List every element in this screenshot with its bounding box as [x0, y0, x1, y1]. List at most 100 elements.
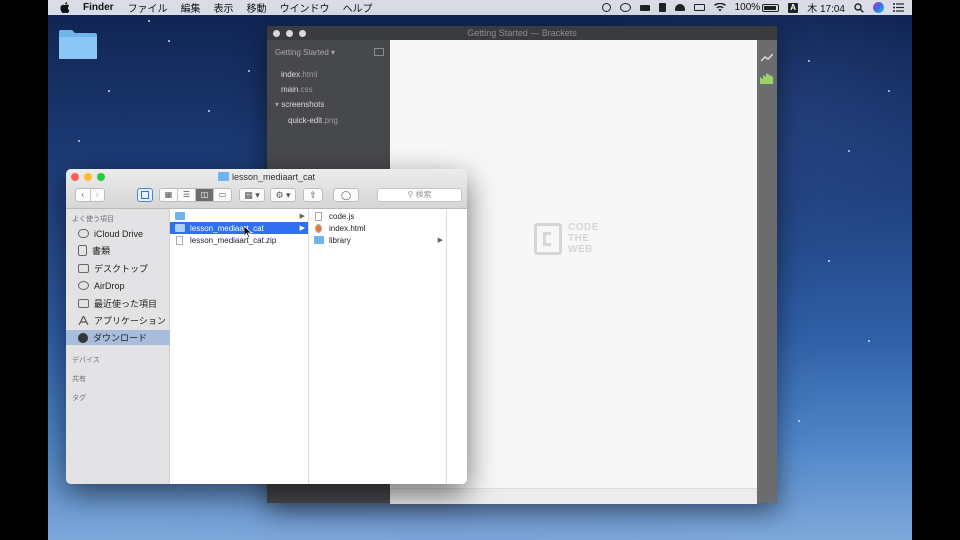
- bell-icon[interactable]: [674, 4, 685, 11]
- clipboard-icon[interactable]: [658, 3, 666, 12]
- icon-view-button[interactable]: ▦: [160, 189, 178, 201]
- view-mode-selector: ▦ ☰ ◫ ▭: [159, 188, 232, 202]
- menu-help[interactable]: ヘルプ: [343, 0, 373, 15]
- creative-cloud-icon[interactable]: [619, 3, 631, 12]
- tags-button[interactable]: ◯: [333, 188, 359, 202]
- memory-icon[interactable]: [693, 4, 705, 11]
- list-item[interactable]: code.js: [309, 210, 446, 222]
- star: [208, 110, 210, 112]
- file-tree-item[interactable]: quick-edit.png: [288, 116, 338, 125]
- item-name: code.js: [329, 211, 355, 221]
- menu-file[interactable]: ファイル: [128, 0, 168, 15]
- input-source-icon[interactable]: A: [788, 2, 799, 13]
- chevron-right-icon: ▶: [299, 225, 305, 232]
- file-name: main: [281, 85, 299, 94]
- list-view-button[interactable]: ☰: [178, 189, 196, 201]
- sidebar-item-label: iCloud Drive: [94, 228, 144, 239]
- star: [798, 420, 800, 422]
- split-view-icon[interactable]: [374, 48, 384, 56]
- action-gear-button[interactable]: ⚙ ▾: [270, 188, 296, 202]
- list-item[interactable]: ▶: [170, 210, 308, 222]
- folder-icon: [175, 224, 185, 232]
- status-bar: [390, 488, 757, 504]
- clock[interactable]: 木 17:04: [807, 0, 845, 15]
- battery-icon: [762, 3, 780, 12]
- sidebar-item-documents[interactable]: 書類: [66, 243, 170, 258]
- sidebar-item-label: ダウンロード: [93, 333, 148, 343]
- extension-manager-icon[interactable]: [760, 73, 773, 84]
- finder-column-1: ▶ lesson_mediaart_cat ▶ lesson_mediaart_c…: [170, 209, 309, 484]
- js-file-icon: [315, 211, 322, 221]
- display-icon[interactable]: [639, 4, 650, 11]
- sidebar-item-downloads[interactable]: ダウンロード: [66, 330, 170, 345]
- menu-go[interactable]: 移動: [247, 0, 267, 15]
- menu-view[interactable]: 表示: [214, 0, 234, 15]
- chevron-right-icon: ▶: [437, 237, 443, 244]
- folder-tree-item[interactable]: ▾ screenshots: [275, 100, 324, 109]
- finder-column-3: [447, 209, 467, 484]
- sidebar-header-tags[interactable]: タグ: [72, 393, 86, 403]
- mouse-cursor-icon: [244, 226, 252, 238]
- group-by-button[interactable]: ▦ ▾: [239, 188, 265, 202]
- file-ext: .css: [298, 85, 313, 94]
- app-menu-finder[interactable]: Finder: [83, 2, 114, 13]
- project-name: Getting Started: [275, 48, 329, 57]
- sidebar-item-label: デスクトップ: [94, 264, 149, 274]
- star: [828, 260, 830, 262]
- sidebar-item-label: 書類: [92, 246, 111, 256]
- column-view-button[interactable]: ◫: [196, 189, 214, 201]
- download-icon: [78, 332, 88, 343]
- code-the-web-logo: CODE THE WEB: [534, 222, 599, 255]
- battery-indicator[interactable]: 100%: [735, 2, 780, 13]
- sidebar-header-devices[interactable]: デバイス: [72, 355, 100, 365]
- back-button[interactable]: ‹: [76, 189, 91, 201]
- search-placeholder: 検索: [415, 190, 432, 199]
- star: [248, 70, 250, 72]
- sidebar-header-shared[interactable]: 共有: [72, 374, 86, 384]
- zip-file-icon: [176, 235, 183, 245]
- sidebar-item-desktop[interactable]: デスクトップ: [66, 261, 170, 276]
- xcode-app-icon[interactable]: [137, 188, 153, 202]
- live-preview-icon[interactable]: [761, 54, 773, 62]
- list-item[interactable]: library ▶: [309, 234, 446, 246]
- sidebar-item-airdrop[interactable]: AirDrop: [66, 278, 170, 293]
- spotlight-search-icon[interactable]: [854, 2, 864, 13]
- share-button[interactable]: ⇧: [303, 188, 323, 202]
- file-tree-item[interactable]: index.html: [281, 70, 317, 79]
- notification-center-icon[interactable]: [893, 3, 904, 12]
- list-item-selected[interactable]: lesson_mediaart_cat ▶: [170, 222, 308, 234]
- star: [848, 150, 850, 152]
- project-dropdown[interactable]: Getting Started ▾: [275, 48, 335, 57]
- sidebar-item-icloud-drive[interactable]: iCloud Drive: [66, 226, 170, 241]
- chevron-right-icon: ▶: [299, 213, 305, 220]
- finder-sidebar: よく使う項目 iCloud Drive 書類 デスクトップ AirDrop 最近…: [66, 209, 170, 484]
- finder-titlebar[interactable]: lesson_mediaart_cat ‹ › ▦ ☰ ◫ ▭ ▦ ▾ ⚙ ▾ …: [66, 169, 467, 209]
- html-file-icon: [315, 223, 322, 233]
- record-icon[interactable]: [601, 3, 611, 12]
- brackets-titlebar[interactable]: Getting Started — Brackets: [267, 26, 777, 40]
- menu-window[interactable]: ウインドウ: [280, 0, 330, 15]
- brackets-right-toolbar: [757, 40, 777, 503]
- desktop-folder-icon[interactable]: [58, 28, 98, 60]
- file-tree-item[interactable]: main.css: [281, 85, 313, 94]
- folder-icon: [217, 172, 229, 181]
- battery-percent: 100%: [734, 2, 761, 13]
- sidebar-item-recents[interactable]: 最近使った項目: [66, 296, 170, 311]
- list-item[interactable]: lesson_mediaart_cat.zip: [170, 234, 308, 246]
- forward-button[interactable]: ›: [91, 189, 105, 201]
- sidebar-item-applications[interactable]: アプリケーション: [66, 313, 170, 328]
- wifi-icon[interactable]: [713, 3, 726, 12]
- cloud-icon: [78, 229, 89, 238]
- brackets-window-title: Getting Started — Brackets: [467, 28, 577, 38]
- recents-icon: [78, 299, 89, 308]
- menu-edit[interactable]: 編集: [181, 0, 201, 15]
- document-icon: [78, 245, 87, 256]
- gallery-view-button[interactable]: ▭: [214, 189, 231, 201]
- apple-icon[interactable]: [60, 2, 70, 13]
- logo-line: CODE: [568, 222, 599, 233]
- sidebar-header-favorites: よく使う項目: [72, 216, 114, 223]
- search-field[interactable]: ⚲ 検索: [377, 188, 462, 202]
- siri-icon[interactable]: [873, 2, 884, 13]
- file-name: index: [281, 70, 301, 79]
- list-item[interactable]: index.html: [309, 222, 446, 234]
